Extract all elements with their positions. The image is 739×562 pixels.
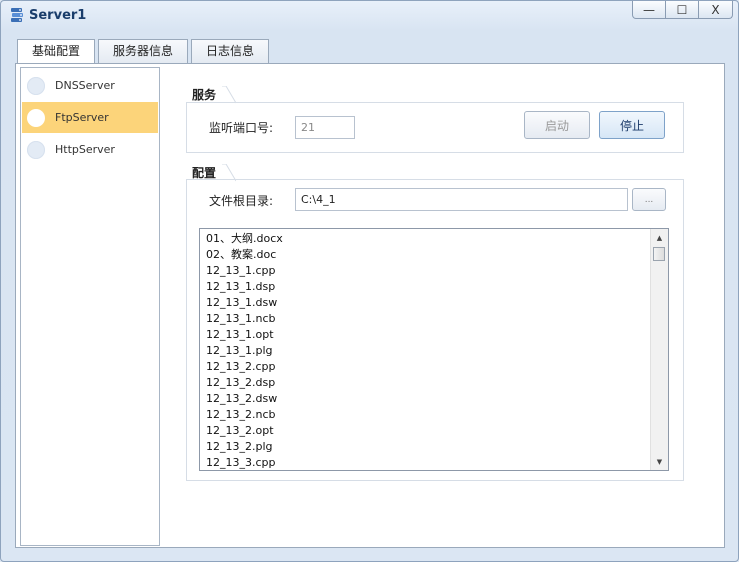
tab-content-panel: DNSServer FtpServer HttpServer 服务 监听端口号:… (15, 63, 725, 548)
list-item[interactable]: 12_13_1.ncb (200, 311, 645, 327)
window-title: Server1 (29, 8, 87, 23)
list-item[interactable]: 12_13_2.opt (200, 423, 645, 439)
file-list-scrollbar[interactable]: ▲ ▼ (650, 229, 668, 470)
list-item[interactable]: 12_13_2.cpp (200, 359, 645, 375)
server-list-sidebar: DNSServer FtpServer HttpServer (20, 67, 160, 546)
tab-bar: 基础配置 服务器信息 日志信息 (17, 39, 270, 64)
tab-server-info[interactable]: 服务器信息 (98, 39, 189, 63)
list-item[interactable]: 12_13_1.dsw (200, 295, 645, 311)
file-list[interactable]: 01、大纲.docx 02、教案.doc 12_13_1.cpp 12_13_1… (199, 228, 669, 471)
port-label: 监听端口号: (209, 121, 274, 135)
list-item[interactable]: 12_13_2.plg (200, 439, 645, 455)
sidebar-item-httpserver[interactable]: HttpServer (22, 134, 158, 165)
list-item[interactable]: 12_13_1.opt (200, 327, 645, 343)
stop-button[interactable]: 停止 (599, 111, 665, 139)
list-item[interactable]: 12_13_1.dsp (200, 279, 645, 295)
service-group-label: 服务 (192, 88, 217, 102)
sidebar-item-dnsserver[interactable]: DNSServer (22, 70, 158, 101)
scroll-thumb[interactable] (653, 247, 665, 261)
scroll-down-arrow-icon[interactable]: ▼ (651, 455, 668, 468)
port-input[interactable]: 21 (295, 116, 355, 139)
server-status-icon (27, 140, 45, 159)
list-item[interactable]: 12_13_2.dsp (200, 375, 645, 391)
config-group-header: 配置 (186, 164, 237, 182)
tab-log-info[interactable]: 日志信息 (191, 39, 270, 63)
group-tab-edge (222, 86, 237, 104)
browse-button[interactable]: ... (632, 188, 666, 211)
config-group-label: 配置 (192, 166, 217, 180)
list-item[interactable]: 12_13_1.plg (200, 343, 645, 359)
start-button[interactable]: 启动 (524, 111, 590, 139)
sidebar-item-ftpserver[interactable]: FtpServer (22, 102, 158, 133)
server-status-icon (27, 76, 45, 95)
list-item[interactable]: 12_13_3.cpp (200, 455, 645, 470)
list-item[interactable]: 02、教案.doc (200, 247, 645, 263)
list-item[interactable]: 12_13_2.dsw (200, 391, 645, 407)
minimize-button[interactable]: — (632, 1, 667, 19)
maximize-button[interactable]: ☐ (666, 1, 700, 19)
group-tab-edge (222, 164, 237, 182)
tab-basic-config[interactable]: 基础配置 (17, 39, 96, 64)
list-item[interactable]: 12_13_1.cpp (200, 263, 645, 279)
sidebar-item-label: HttpServer (55, 143, 115, 156)
file-list-rows: 01、大纲.docx 02、教案.doc 12_13_1.cpp 12_13_1… (200, 231, 645, 470)
sidebar-item-label: FtpServer (55, 111, 109, 124)
window-controls: — ☐ X (632, 1, 734, 19)
server-app-icon (11, 8, 23, 22)
root-dir-label: 文件根目录: (209, 194, 274, 208)
scroll-up-arrow-icon[interactable]: ▲ (651, 231, 668, 244)
sidebar-item-label: DNSServer (55, 79, 115, 92)
close-button[interactable]: X (699, 1, 734, 19)
title-bar[interactable]: Server1 — ☐ X (1, 1, 738, 31)
list-item[interactable]: 12_13_2.ncb (200, 407, 645, 423)
root-dir-input[interactable]: C:\4_1 (295, 188, 628, 211)
list-item[interactable]: 01、大纲.docx (200, 231, 645, 247)
server-window: Server1 — ☐ X 基础配置 服务器信息 日志信息 DNSServer … (0, 0, 739, 562)
service-group-header: 服务 (186, 86, 237, 104)
server-status-icon (27, 108, 45, 127)
